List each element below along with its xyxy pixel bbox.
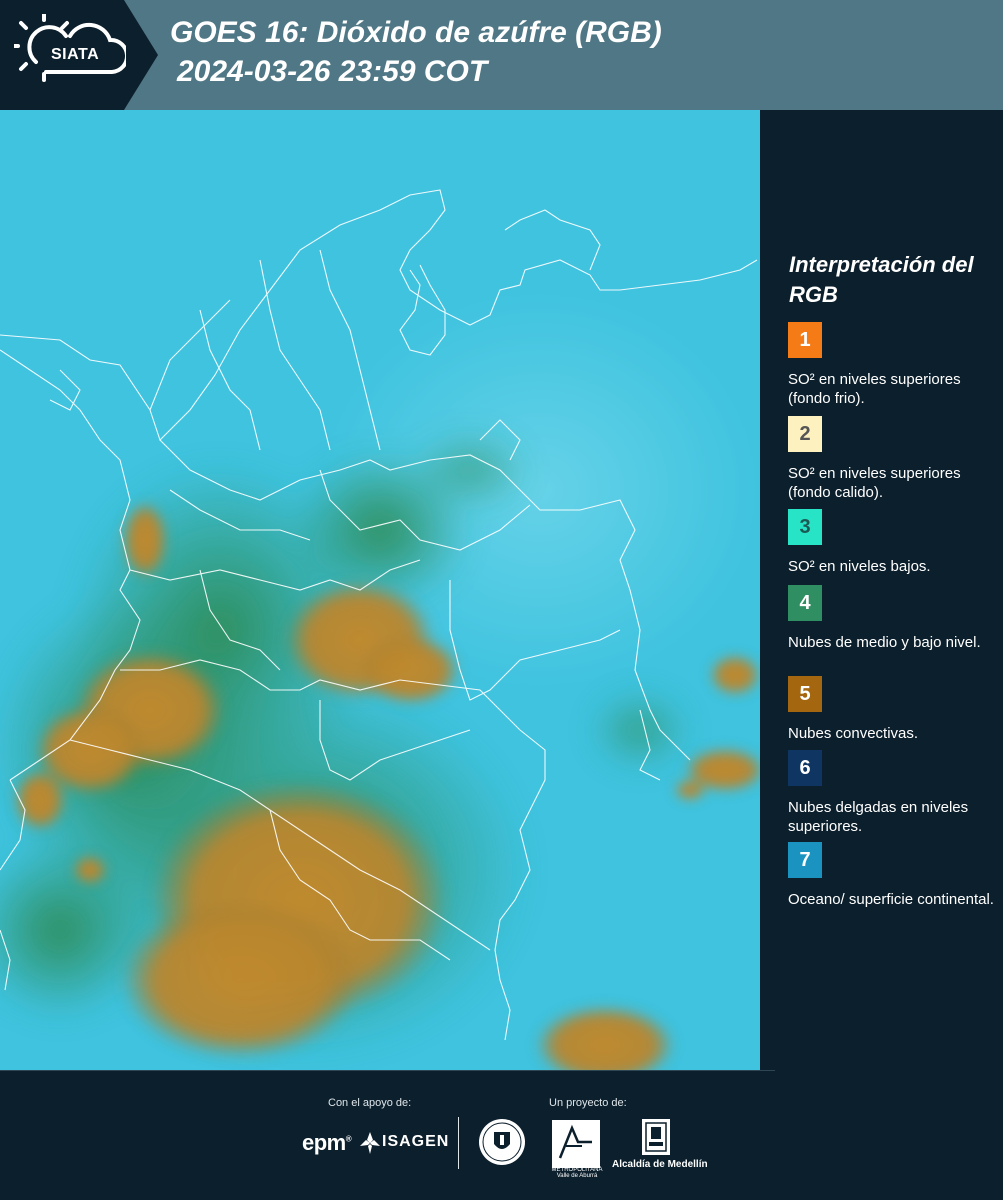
legend-item-5: 5 Nubes convectivas. [788,676,998,743]
area-metropolitana-logo-icon[interactable] [552,1120,600,1168]
page-timestamp: 2024-03-26 23:59 COT [177,55,488,88]
page-title: GOES 16: Dióxido de azúfre (RGB) [170,16,662,49]
legend-swatch-4: 4 [788,585,822,621]
legend-title: Interpretación del RGB [789,252,974,307]
logo-text: SIATA [51,46,100,63]
alcaldia-text: Alcaldía de Medellín [612,1159,708,1170]
legend-item-1: 1 SO² en niveles superiores (fondo frio)… [788,322,998,408]
legend-swatch-1: 1 [788,322,822,358]
legend-label-5: Nubes convectivas. [788,725,919,742]
medellin-seal-icon[interactable] [478,1118,526,1166]
header: SIATA GOES 16: Dióxido de azúfre (RGB) 2… [0,0,1003,110]
footer: Con el apoyo de: Un proyecto de: epm® IS… [0,1070,1003,1200]
legend-label-6: Nubes delgadas en niveles superiores. [788,799,969,835]
legend-item-4: 4 Nubes de medio y bajo nivel. [788,585,998,652]
legend-item-6: 6 Nubes delgadas en niveles superiores. [788,750,998,836]
legend-item-3: 3 SO² en niveles bajos. [788,509,998,576]
registered-mark-icon: ® [345,1134,352,1144]
isagen-mark-icon [360,1132,380,1154]
legend-label-2: SO² en niveles superiores (fondo calido)… [788,465,961,501]
legend-swatch-7: 7 [788,842,822,878]
legend-label-7: Oceano/ superficie continental. [788,891,994,908]
rgb-satellite-image [0,110,760,1070]
legend-label-3: SO² en niveles bajos. [788,558,931,575]
footer-divider [458,1117,459,1169]
satellite-map[interactable] [0,110,760,1070]
legend-label-1: SO² en niveles superiores (fondo frio). [788,371,961,407]
legend-swatch-6: 6 [788,750,822,786]
legend-swatch-3: 3 [788,509,822,545]
legend-label-4: Nubes de medio y bajo nivel. [788,634,981,651]
footer-divider-line [0,1070,775,1071]
epm-logo[interactable]: epm® [302,1130,352,1156]
area-metropolitana-text: METROPOLITANA Valle de Aburrá [551,1167,603,1179]
legend-panel: Interpretación del RGB 1 SO² en niveles … [762,110,1003,1070]
alcaldia-shield-icon[interactable] [641,1118,671,1156]
legend-swatch-2: 2 [788,416,822,452]
isagen-logo[interactable]: ISAGEN [382,1133,449,1151]
support-label: Con el apoyo de: [328,1097,412,1109]
legend-item-2: 2 SO² en niveles superiores (fondo calid… [788,416,998,502]
legend-item-7: 7 Oceano/ superficie continental. [788,842,998,909]
epm-logo-text: epm [302,1130,346,1155]
legend-swatch-5: 5 [788,676,822,712]
project-label: Un proyecto de: [549,1097,627,1109]
